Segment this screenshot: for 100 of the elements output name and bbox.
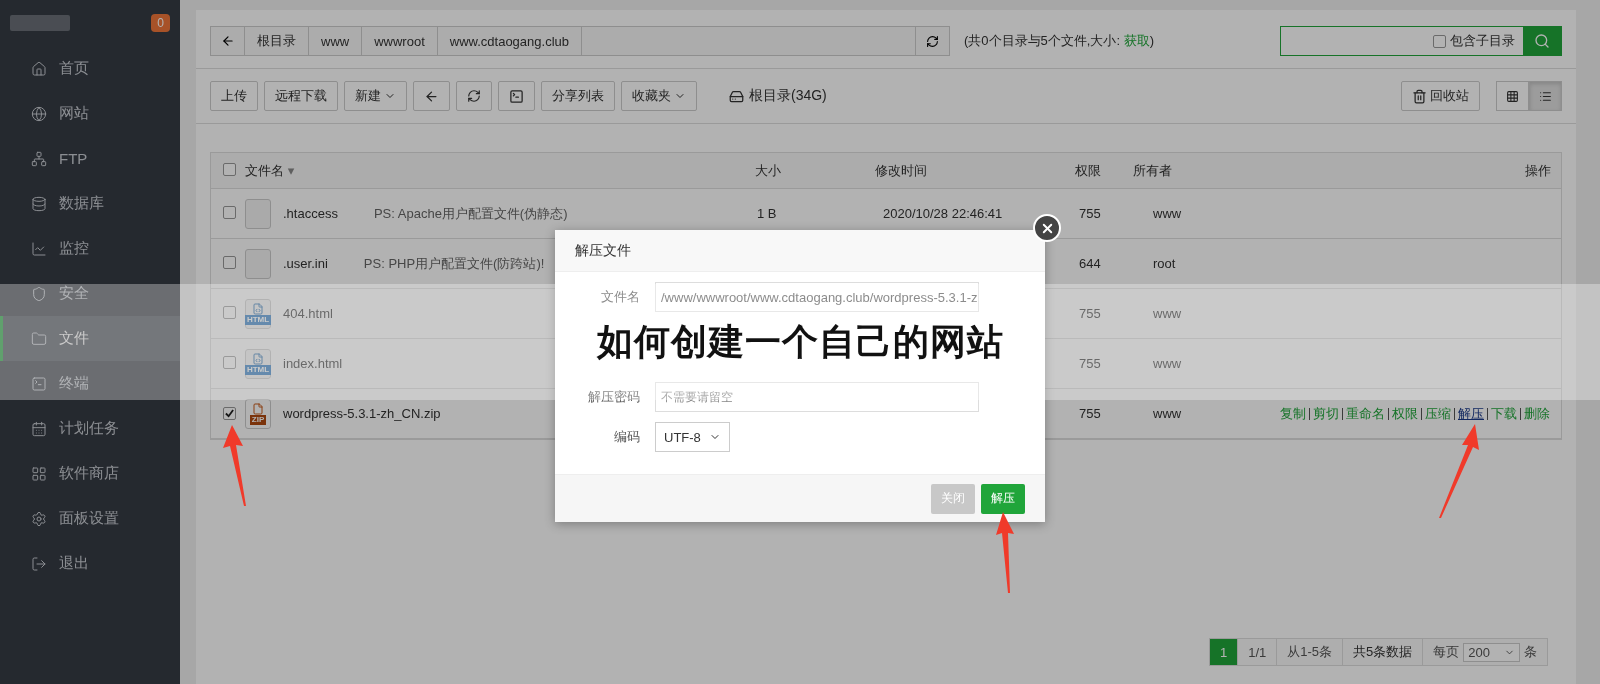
- action-link[interactable]: 删除: [1520, 407, 1553, 420]
- sidebar-label: 文件: [59, 329, 89, 348]
- search-button[interactable]: [1523, 27, 1561, 55]
- network-icon: [31, 150, 47, 167]
- confirm-button[interactable]: 解压: [981, 483, 1025, 514]
- action-link[interactable]: 剪切: [1309, 407, 1342, 420]
- back-arrow-icon: [220, 34, 235, 48]
- check-icon: [225, 409, 234, 418]
- input-field[interactable]: 不需要请留空: [655, 382, 979, 412]
- recycle-bin-button[interactable]: 回收站: [1401, 81, 1480, 111]
- refresh-button[interactable]: [456, 81, 492, 111]
- sidebar-item[interactable]: 数据库: [0, 181, 180, 226]
- notification-badge: 0: [151, 14, 170, 32]
- sidebar-item[interactable]: 软件商店: [0, 451, 180, 496]
- sidebar-item[interactable]: 面板设置: [0, 496, 180, 541]
- file-name[interactable]: .htaccess: [283, 206, 338, 221]
- sidebar-label: 计划任务: [59, 419, 119, 438]
- table-cell-text: www: [1152, 406, 1183, 421]
- breadcrumb[interactable]: 根目录: [245, 27, 309, 55]
- checkbox[interactable]: [223, 355, 236, 369]
- file-note: PS: Apache用户配置文件(伪静态): [373, 204, 568, 223]
- sidebar-item[interactable]: FTP: [0, 136, 180, 181]
- code-icon: [252, 352, 264, 365]
- database-icon: [31, 195, 47, 212]
- toolbar-button[interactable]: 远程下载: [264, 81, 338, 111]
- sidebar-label: 退出: [59, 554, 89, 573]
- toolbar-button[interactable]: 上传: [210, 81, 258, 111]
- checkbox[interactable]: [223, 162, 236, 176]
- action-link[interactable]: 复制: [1277, 407, 1309, 420]
- field-label: 文件名: [600, 288, 641, 306]
- shield-icon: [31, 285, 47, 302]
- column-header[interactable]: 文件名 ▾: [245, 161, 745, 180]
- disk-label[interactable]: 根目录(34G): [749, 87, 827, 105]
- action-link[interactable]: 压缩: [1421, 407, 1454, 420]
- file-icon: [245, 248, 271, 279]
- per-page-select[interactable]: 200: [1463, 642, 1520, 662]
- action-link[interactable]: 重命名: [1342, 407, 1388, 420]
- range-text: 从1-5条: [1277, 639, 1344, 665]
- column-header: 操作: [1525, 161, 1552, 180]
- file-name[interactable]: 404.html: [283, 306, 333, 321]
- action-link[interactable]: 权限: [1388, 407, 1421, 420]
- calendar-icon: [31, 420, 47, 437]
- breadcrumb[interactable]: www.cdtaogang.club: [437, 27, 582, 55]
- sidebar-item[interactable]: 计划任务: [0, 406, 180, 451]
- refresh-icon: [467, 89, 481, 103]
- list-view-button[interactable]: [1529, 81, 1562, 111]
- file-type-label: ZIP: [249, 414, 267, 425]
- file-name[interactable]: .user.ini: [283, 256, 328, 271]
- grid-icon: [31, 465, 47, 482]
- column-header: 权限: [1075, 161, 1102, 180]
- dropdown-button[interactable]: 新建: [344, 81, 407, 111]
- drive-icon: [729, 88, 744, 104]
- toolbar-button[interactable]: 分享列表: [541, 81, 615, 111]
- checkbox[interactable]: [1433, 34, 1446, 48]
- total-text: 共5条数据: [1343, 639, 1424, 665]
- unit-label: 条: [1524, 643, 1537, 661]
- list-icon: [1539, 89, 1552, 103]
- sidebar-label: 网站: [59, 104, 89, 123]
- sidebar-item[interactable]: 监控: [0, 226, 180, 271]
- sidebar-item[interactable]: 网站: [0, 91, 180, 136]
- dropdown-button[interactable]: 收藏夹: [621, 81, 697, 111]
- table-cell-text: www: [1152, 206, 1183, 221]
- table-cell-text: www: [1152, 356, 1183, 371]
- file-type-label: HTML: [244, 314, 272, 325]
- trash-icon: [1412, 88, 1427, 104]
- input-field[interactable]: /www/wwwroot/www.cdtaogang.club/wordpress-5.3.1-z: [655, 282, 979, 312]
- sidebar-item[interactable]: 文件: [0, 316, 180, 361]
- sidebar-item[interactable]: 终端: [0, 361, 180, 406]
- terminal-button[interactable]: [498, 81, 535, 111]
- action-link[interactable]: 解压: [1454, 407, 1487, 420]
- checkbox[interactable]: [223, 407, 236, 420]
- globe-icon: [31, 105, 47, 122]
- logo-placeholder: [10, 15, 70, 31]
- sidebar-item[interactable]: 退出: [0, 541, 180, 586]
- grid-view-button[interactable]: [1496, 81, 1529, 111]
- sidebar-item[interactable]: 首页: [0, 46, 180, 91]
- column-header: 所有者: [1133, 161, 1173, 180]
- search-field[interactable]: 包含子目录: [1280, 26, 1562, 56]
- table-cell-text: 755: [1078, 206, 1102, 221]
- sidebar-label: 监控: [59, 239, 89, 258]
- back-button[interactable]: [413, 81, 450, 111]
- checkbox[interactable]: [223, 305, 236, 319]
- file-name[interactable]: wordpress-5.3.1-zh_CN.zip: [283, 406, 441, 421]
- encoding-select[interactable]: UTF-8: [655, 422, 730, 452]
- banner-title: 如何创建一个自己的网站: [596, 322, 1004, 362]
- table-cell-text: 755: [1078, 306, 1102, 321]
- file-name[interactable]: index.html: [283, 356, 343, 371]
- checkbox[interactable]: [223, 205, 236, 219]
- checkbox[interactable]: [223, 255, 236, 269]
- breadcrumb[interactable]: www: [309, 27, 363, 55]
- logout-icon: [31, 555, 47, 572]
- checkbox-label: 包含子目录: [1450, 32, 1515, 50]
- page-count: 1/1: [1238, 639, 1278, 665]
- current-page[interactable]: 1: [1209, 639, 1239, 665]
- column-header: 大小: [754, 161, 782, 180]
- action-link[interactable]: 下载: [1487, 407, 1520, 420]
- home-icon: [31, 60, 47, 77]
- fetch-size-link[interactable]: 获取: [1123, 33, 1150, 48]
- sidebar-item[interactable]: 安全: [0, 271, 180, 316]
- breadcrumb[interactable]: wwwroot: [362, 27, 438, 55]
